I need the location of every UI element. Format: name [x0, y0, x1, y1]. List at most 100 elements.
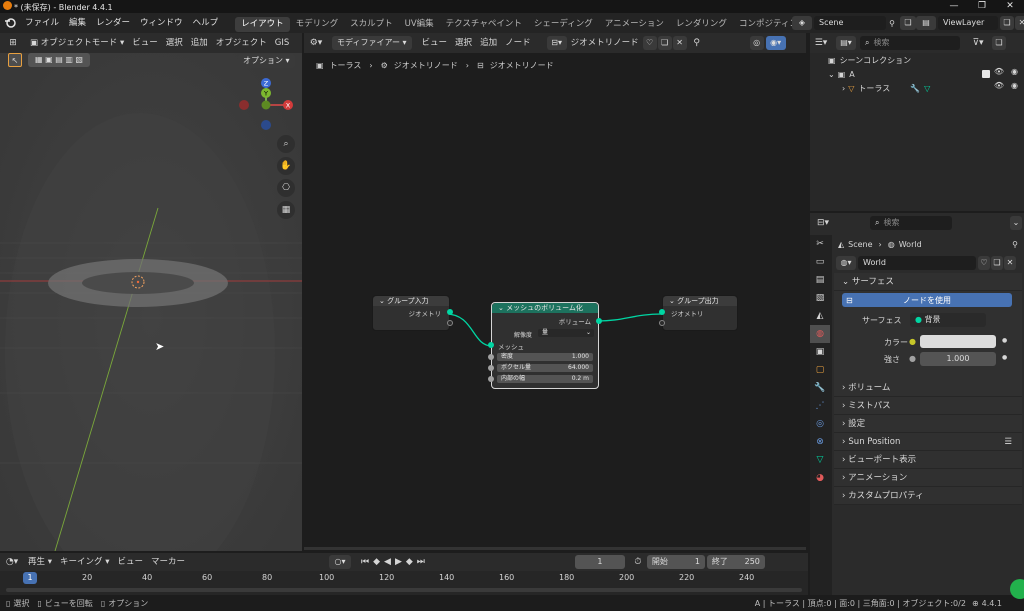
expand-arrow-icon[interactable]: › — [842, 84, 845, 93]
viewport-3d[interactable]: ⊞ ▣ オブジェクトモード ▾ ビュー 選択 追加 オブジェクト GIS ↖ ▦… — [0, 33, 302, 551]
node-header[interactable]: ⌄ メッシュのボリューム化 — [492, 303, 598, 313]
render-camera-icon[interactable]: ◉ — [1011, 81, 1018, 90]
tool-tab-icon[interactable]: ✂ — [810, 235, 830, 253]
physics-tab-icon[interactable]: ◎ — [810, 415, 830, 433]
outliner-row-scene-collection[interactable]: ▣ シーンコレクション — [810, 53, 1024, 67]
duplicate-world-icon[interactable]: ❏ — [991, 256, 1003, 270]
modifier-wrench-icon[interactable]: 🔧 — [910, 84, 920, 93]
viewport-menu-select[interactable]: 選択 — [162, 33, 187, 53]
pin-icon[interactable]: ⚲ — [886, 19, 898, 28]
node-header[interactable]: ⌄ グループ入力 — [373, 296, 449, 306]
fake-user-icon[interactable]: ♡ — [978, 256, 990, 270]
properties-options-icon[interactable]: ⌄ — [1010, 216, 1022, 230]
node-header[interactable]: ⌄ グループ出力 — [663, 296, 737, 306]
use-nodes-button[interactable]: ⊟ ノードを使用 — [842, 293, 1012, 307]
next-keyframe-icon[interactable]: ◆ — [406, 557, 413, 567]
empty-input-socket[interactable] — [659, 320, 665, 326]
end-frame-field[interactable]: 終了 250 — [706, 555, 765, 569]
pan-hand-icon[interactable]: ✋ — [277, 157, 295, 175]
pin-icon[interactable]: ⚲ — [1012, 240, 1018, 249]
tab-animation[interactable]: アニメーション — [599, 17, 670, 32]
node-editor-scrollbar[interactable] — [304, 547, 806, 550]
grid-view-icon[interactable]: ▦ — [277, 201, 295, 219]
strength-field[interactable]: 1.000 — [920, 352, 996, 366]
jump-start-icon[interactable]: ⏮ — [361, 557, 369, 567]
section-animation[interactable]: › アニメーション — [834, 469, 1022, 487]
marker-menu[interactable]: マーカー — [147, 553, 189, 571]
particles-tab-icon[interactable]: ⋰ — [810, 397, 830, 415]
display-mode-icon[interactable]: ▤▾ — [836, 36, 856, 50]
keyframe-dot-icon[interactable]: ● — [1002, 354, 1007, 361]
section-custom-properties[interactable]: › カスタムプロパティ — [834, 487, 1022, 505]
world-browse-icon[interactable]: ◍▾ — [836, 256, 856, 270]
prev-keyframe-icon[interactable]: ◆ — [373, 557, 380, 567]
current-frame-field[interactable]: 1 — [574, 555, 625, 569]
scene-name-field[interactable]: Scene — [814, 16, 886, 30]
jump-end-icon[interactable]: ⏭ — [417, 557, 425, 567]
menu-help[interactable]: ヘルプ — [188, 13, 224, 33]
material-tab-icon[interactable]: ◕ — [810, 469, 830, 487]
voxel-amount-input-socket[interactable] — [488, 365, 494, 371]
viewport-menu-gis[interactable]: GIS — [271, 33, 294, 53]
viewlayer-icon[interactable]: ▤ — [916, 16, 936, 30]
scene-icon[interactable]: ◈ — [792, 16, 812, 30]
tab-layout[interactable]: レイアウト — [235, 16, 290, 32]
expand-arrow-icon[interactable]: ⌄ — [828, 70, 835, 79]
object-tab-icon[interactable]: ▢ — [810, 361, 830, 379]
surface-shader-field[interactable]: ● 背景 — [910, 313, 986, 327]
tab-modeling[interactable]: モデリング — [290, 17, 345, 32]
world-name-field[interactable]: World — [858, 256, 976, 270]
mesh-data-icon[interactable]: ▽ — [924, 84, 930, 93]
viewport-menu-object[interactable]: オブジェクト — [212, 33, 271, 53]
maximize-button[interactable]: ❐ — [968, 0, 996, 13]
collection-tab-icon[interactable]: ▣ — [810, 343, 830, 361]
section-mist-pass[interactable]: › ミストパス — [834, 397, 1022, 415]
section-sun-position[interactable]: › Sun Position ☰ — [834, 433, 1022, 451]
tab-uv-editing[interactable]: UV編集 — [399, 17, 440, 32]
keyframe-dot-icon[interactable]: ● — [1002, 337, 1007, 344]
start-frame-field[interactable]: 開始 1 — [646, 555, 705, 569]
auto-keying-icon[interactable]: ○▾ — [329, 555, 351, 569]
timeline-view-menu[interactable]: ビュー — [113, 553, 147, 571]
outliner-editor-icon[interactable]: ☰▾ — [810, 38, 832, 48]
group-input-node[interactable]: ⌄ グループ入力 ジオメトリ — [372, 295, 453, 331]
visibility-eye-icon[interactable]: 👁 — [994, 67, 1004, 76]
menu-render[interactable]: レンダー — [91, 13, 135, 33]
new-scene-icon[interactable]: ❏ — [900, 16, 916, 30]
playhead[interactable]: 1 — [23, 572, 37, 584]
play-icon[interactable]: ▶ — [395, 557, 402, 567]
geometry-input-socket[interactable] — [659, 309, 665, 315]
stopwatch-icon[interactable]: ⏱ — [631, 557, 645, 567]
visibility-eye-icon[interactable]: 👁 — [994, 81, 1004, 90]
tab-rendering[interactable]: レンダリング — [670, 17, 733, 32]
tab-texture-paint[interactable]: テクスチャペイント — [440, 17, 528, 32]
menu-file[interactable]: ファイル — [20, 13, 64, 33]
tab-sculpt[interactable]: スカルプト — [344, 17, 399, 32]
section-surface[interactable]: ⌄ サーフェス — [834, 273, 1022, 291]
mesh-to-volume-node[interactable]: ⌄ メッシュのボリューム化 ボリューム 解像度 量 ⌄ メッシュ 密度 1.000… — [488, 302, 602, 389]
render-tab-icon[interactable]: ▭ — [810, 253, 830, 271]
density-input-socket[interactable] — [488, 354, 494, 360]
properties-search[interactable]: ⌕ 検索 — [870, 216, 952, 230]
outliner-row-collection-a[interactable]: ⌄ ▣ A 👁 ◉ — [810, 67, 1024, 81]
data-tab-icon[interactable]: ▽ — [810, 451, 830, 469]
output-tab-icon[interactable]: ▤ — [810, 271, 830, 289]
editor-type-icon[interactable]: ⊞ — [0, 38, 26, 48]
new-collection-icon[interactable]: ❏ — [992, 36, 1006, 50]
section-viewport-display[interactable]: › ビューポート表示 — [834, 451, 1022, 469]
voxel-amount-field[interactable]: ボクセル量 64.000 — [497, 364, 593, 372]
mesh-input-socket[interactable] — [488, 342, 494, 348]
minimize-button[interactable]: — — [940, 0, 968, 13]
modifier-tab-icon[interactable]: 🔧 — [810, 379, 830, 397]
unlink-world-icon[interactable]: ✕ — [1004, 256, 1016, 270]
interior-band-input-socket[interactable] — [488, 376, 494, 382]
view-layer-tab-icon[interactable]: ▧ — [810, 289, 830, 307]
render-camera-icon[interactable]: ◉ — [1011, 67, 1018, 76]
properties-editor-icon[interactable]: ⊟▾ — [810, 218, 836, 228]
exclude-checkbox[interactable] — [982, 70, 990, 78]
mode-select[interactable]: ▣ オブジェクトモード ▾ — [26, 33, 128, 53]
group-output-node[interactable]: ⌄ グループ出力 ジオメトリ — [659, 295, 738, 331]
tab-shading[interactable]: シェーディング — [528, 17, 599, 32]
options-dropdown[interactable]: オプション ▾ — [238, 54, 295, 68]
blender-menu-icon[interactable] — [0, 13, 20, 33]
